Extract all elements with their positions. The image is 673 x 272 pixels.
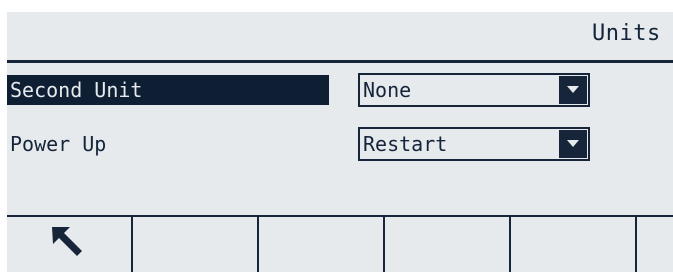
softkey-back[interactable] (7, 217, 133, 272)
softkey-4[interactable] (385, 217, 511, 272)
second-unit-value: None (363, 78, 412, 102)
softkey-bar (7, 215, 673, 272)
second-unit-dropdown[interactable]: None (358, 73, 590, 107)
softkey-3[interactable] (259, 217, 385, 272)
softkey-6[interactable] (637, 217, 673, 272)
chevron-down-icon (567, 140, 579, 147)
softkey-5[interactable] (511, 217, 637, 272)
softkey-2[interactable] (133, 217, 259, 272)
back-arrow-icon (52, 227, 82, 256)
power-up-label[interactable]: Power Up (7, 129, 106, 159)
title-bar: Units (7, 12, 673, 60)
title-divider (7, 60, 673, 63)
power-up-dropdown[interactable]: Restart (358, 127, 590, 161)
terminal-screen: Units Second Unit None Power Up Restart (0, 0, 673, 272)
page-title: Units (592, 21, 661, 46)
power-up-value: Restart (363, 132, 448, 156)
power-up-dropdown-button[interactable] (559, 130, 587, 158)
second-unit-dropdown-button[interactable] (559, 76, 587, 104)
second-unit-label[interactable]: Second Unit (7, 75, 329, 105)
display-panel: Units Second Unit None Power Up Restart (7, 12, 673, 272)
chevron-down-icon (567, 86, 579, 93)
